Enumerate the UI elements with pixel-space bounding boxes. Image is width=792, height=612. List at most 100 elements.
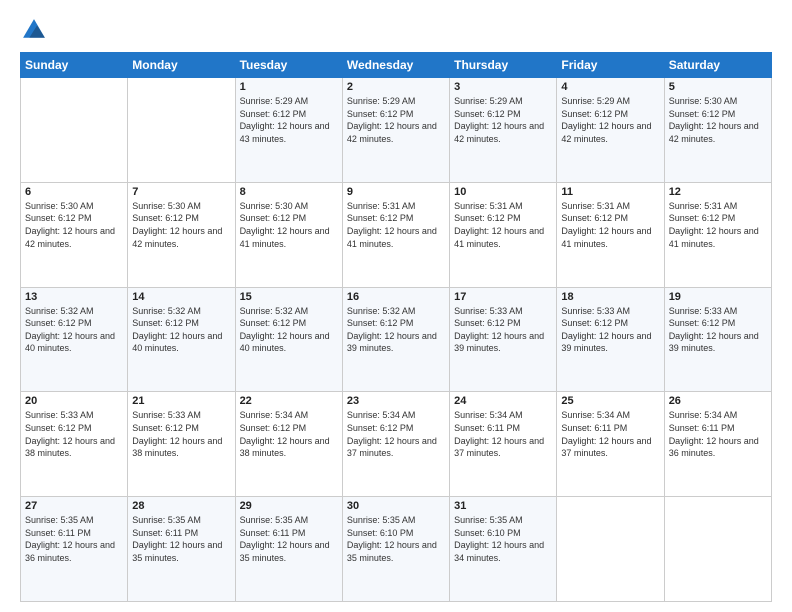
header-day-sunday: Sunday [21, 53, 128, 78]
calendar-cell: 21Sunrise: 5:33 AMSunset: 6:12 PMDayligh… [128, 392, 235, 497]
day-number: 1 [240, 81, 338, 93]
calendar-cell: 23 Sunrise: 5:34 AMSunset: 6:12 PMDayligh… [342, 392, 449, 497]
calendar-cell: 12 Sunrise: 5:31 AMSunset: 6:12 PMDayligh… [664, 182, 771, 287]
day-number: 10 [454, 186, 552, 198]
day-info: Sunrise: 5:34 AMSunset: 6:11 PMDaylight:… [669, 409, 767, 459]
calendar: SundayMondayTuesdayWednesdayThursdayFrid… [20, 52, 772, 602]
day-info: Sunrise: 5:29 AMSunset: 6:12 PMDaylight:… [454, 95, 552, 145]
day-info: Sunrise: 5:35 AMSunset: 6:10 PMDaylight:… [454, 514, 552, 564]
day-number: 18 [561, 291, 659, 303]
calendar-cell: 6 Sunrise: 5:30 AMSunset: 6:12 PMDaylight… [21, 182, 128, 287]
calendar-header: SundayMondayTuesdayWednesdayThursdayFrid… [21, 53, 772, 78]
day-number: 25 [561, 395, 659, 407]
week-row-5: 27 Sunrise: 5:35 AMSunset: 6:11 PMDayligh… [21, 497, 772, 602]
day-number: 24 [454, 395, 552, 407]
logo [20, 16, 52, 44]
day-info: Sunrise: 5:33 AMSunset: 6:12 PMDaylight:… [561, 305, 659, 355]
day-number: 21 [132, 395, 230, 407]
page: SundayMondayTuesdayWednesdayThursdayFrid… [0, 0, 792, 612]
header-day-tuesday: Tuesday [235, 53, 342, 78]
day-number: 3 [454, 81, 552, 93]
day-info: Sunrise: 5:32 AMSunset: 6:12 PMDaylight:… [347, 305, 445, 355]
calendar-cell: 28 Sunrise: 5:35 AMSunset: 6:11 PMDayligh… [128, 497, 235, 602]
day-info: Sunrise: 5:32 AMSunset: 6:12 PMDaylight:… [132, 305, 230, 355]
day-number: 19 [669, 291, 767, 303]
calendar-cell: 4Sunrise: 5:29 AMSunset: 6:12 PMDaylight… [557, 78, 664, 183]
day-number: 29 [240, 500, 338, 512]
day-info: Sunrise: 5:30 AMSunset: 6:12 PMDaylight:… [132, 200, 230, 250]
calendar-cell: 24Sunrise: 5:34 AMSunset: 6:11 PMDayligh… [450, 392, 557, 497]
day-info: Sunrise: 5:31 AMSunset: 6:12 PMDaylight:… [347, 200, 445, 250]
week-row-3: 13 Sunrise: 5:32 AMSunset: 6:12 PMDayligh… [21, 287, 772, 392]
calendar-cell [664, 497, 771, 602]
calendar-body: 1 Sunrise: 5:29 AMSunset: 6:12 PMDaylight… [21, 78, 772, 602]
day-info: Sunrise: 5:30 AMSunset: 6:12 PMDaylight:… [25, 200, 123, 250]
calendar-cell: 1 Sunrise: 5:29 AMSunset: 6:12 PMDaylight… [235, 78, 342, 183]
header-day-friday: Friday [557, 53, 664, 78]
day-number: 14 [132, 291, 230, 303]
calendar-cell: 19Sunrise: 5:33 AMSunset: 6:12 PMDayligh… [664, 287, 771, 392]
calendar-cell: 3 Sunrise: 5:29 AMSunset: 6:12 PMDaylight… [450, 78, 557, 183]
day-number: 8 [240, 186, 338, 198]
calendar-cell: 11Sunrise: 5:31 AMSunset: 6:12 PMDayligh… [557, 182, 664, 287]
calendar-cell: 10 Sunrise: 5:31 AMSunset: 6:12 PMDayligh… [450, 182, 557, 287]
calendar-cell: 2Sunrise: 5:29 AMSunset: 6:12 PMDaylight… [342, 78, 449, 183]
header [20, 16, 772, 44]
day-number: 23 [347, 395, 445, 407]
calendar-cell: 26 Sunrise: 5:34 AMSunset: 6:11 PMDayligh… [664, 392, 771, 497]
calendar-cell: 13 Sunrise: 5:32 AMSunset: 6:12 PMDayligh… [21, 287, 128, 392]
day-info: Sunrise: 5:31 AMSunset: 6:12 PMDaylight:… [454, 200, 552, 250]
day-info: Sunrise: 5:33 AMSunset: 6:12 PMDaylight:… [25, 409, 123, 459]
calendar-cell: 9 Sunrise: 5:31 AMSunset: 6:12 PMDaylight… [342, 182, 449, 287]
day-info: Sunrise: 5:35 AMSunset: 6:10 PMDaylight:… [347, 514, 445, 564]
day-number: 9 [347, 186, 445, 198]
day-number: 20 [25, 395, 123, 407]
header-row: SundayMondayTuesdayWednesdayThursdayFrid… [21, 53, 772, 78]
day-number: 13 [25, 291, 123, 303]
day-number: 6 [25, 186, 123, 198]
day-info: Sunrise: 5:35 AMSunset: 6:11 PMDaylight:… [240, 514, 338, 564]
day-info: Sunrise: 5:35 AMSunset: 6:11 PMDaylight:… [25, 514, 123, 564]
day-number: 15 [240, 291, 338, 303]
week-row-2: 6 Sunrise: 5:30 AMSunset: 6:12 PMDaylight… [21, 182, 772, 287]
day-info: Sunrise: 5:34 AMSunset: 6:11 PMDaylight:… [561, 409, 659, 459]
calendar-cell: 22Sunrise: 5:34 AMSunset: 6:12 PMDayligh… [235, 392, 342, 497]
calendar-cell [557, 497, 664, 602]
day-info: Sunrise: 5:31 AMSunset: 6:12 PMDaylight:… [561, 200, 659, 250]
day-number: 17 [454, 291, 552, 303]
day-number: 7 [132, 186, 230, 198]
day-number: 31 [454, 500, 552, 512]
day-info: Sunrise: 5:30 AMSunset: 6:12 PMDaylight:… [240, 200, 338, 250]
day-number: 26 [669, 395, 767, 407]
calendar-cell: 25 Sunrise: 5:34 AMSunset: 6:11 PMDayligh… [557, 392, 664, 497]
calendar-cell: 17 Sunrise: 5:33 AMSunset: 6:12 PMDayligh… [450, 287, 557, 392]
day-number: 28 [132, 500, 230, 512]
header-day-thursday: Thursday [450, 53, 557, 78]
day-number: 27 [25, 500, 123, 512]
day-info: Sunrise: 5:29 AMSunset: 6:12 PMDaylight:… [240, 95, 338, 145]
calendar-cell [128, 78, 235, 183]
calendar-cell: 5Sunrise: 5:30 AMSunset: 6:12 PMDaylight… [664, 78, 771, 183]
calendar-cell: 14 Sunrise: 5:32 AMSunset: 6:12 PMDayligh… [128, 287, 235, 392]
day-info: Sunrise: 5:30 AMSunset: 6:12 PMDaylight:… [669, 95, 767, 145]
day-info: Sunrise: 5:35 AMSunset: 6:11 PMDaylight:… [132, 514, 230, 564]
calendar-cell: 27 Sunrise: 5:35 AMSunset: 6:11 PMDayligh… [21, 497, 128, 602]
logo-icon [20, 16, 48, 44]
day-info: Sunrise: 5:29 AMSunset: 6:12 PMDaylight:… [561, 95, 659, 145]
day-info: Sunrise: 5:34 AMSunset: 6:12 PMDaylight:… [240, 409, 338, 459]
day-info: Sunrise: 5:32 AMSunset: 6:12 PMDaylight:… [240, 305, 338, 355]
day-info: Sunrise: 5:31 AMSunset: 6:12 PMDaylight:… [669, 200, 767, 250]
day-info: Sunrise: 5:33 AMSunset: 6:12 PMDaylight:… [454, 305, 552, 355]
header-day-wednesday: Wednesday [342, 53, 449, 78]
calendar-cell: 15 Sunrise: 5:32 AMSunset: 6:12 PMDayligh… [235, 287, 342, 392]
header-day-saturday: Saturday [664, 53, 771, 78]
week-row-1: 1 Sunrise: 5:29 AMSunset: 6:12 PMDaylight… [21, 78, 772, 183]
day-number: 12 [669, 186, 767, 198]
calendar-cell: 8 Sunrise: 5:30 AMSunset: 6:12 PMDaylight… [235, 182, 342, 287]
calendar-cell: 31 Sunrise: 5:35 AMSunset: 6:10 PMDayligh… [450, 497, 557, 602]
day-info: Sunrise: 5:34 AMSunset: 6:12 PMDaylight:… [347, 409, 445, 459]
calendar-cell: 18 Sunrise: 5:33 AMSunset: 6:12 PMDayligh… [557, 287, 664, 392]
day-info: Sunrise: 5:29 AMSunset: 6:12 PMDaylight:… [347, 95, 445, 145]
day-info: Sunrise: 5:32 AMSunset: 6:12 PMDaylight:… [25, 305, 123, 355]
calendar-cell: 20 Sunrise: 5:33 AMSunset: 6:12 PMDayligh… [21, 392, 128, 497]
